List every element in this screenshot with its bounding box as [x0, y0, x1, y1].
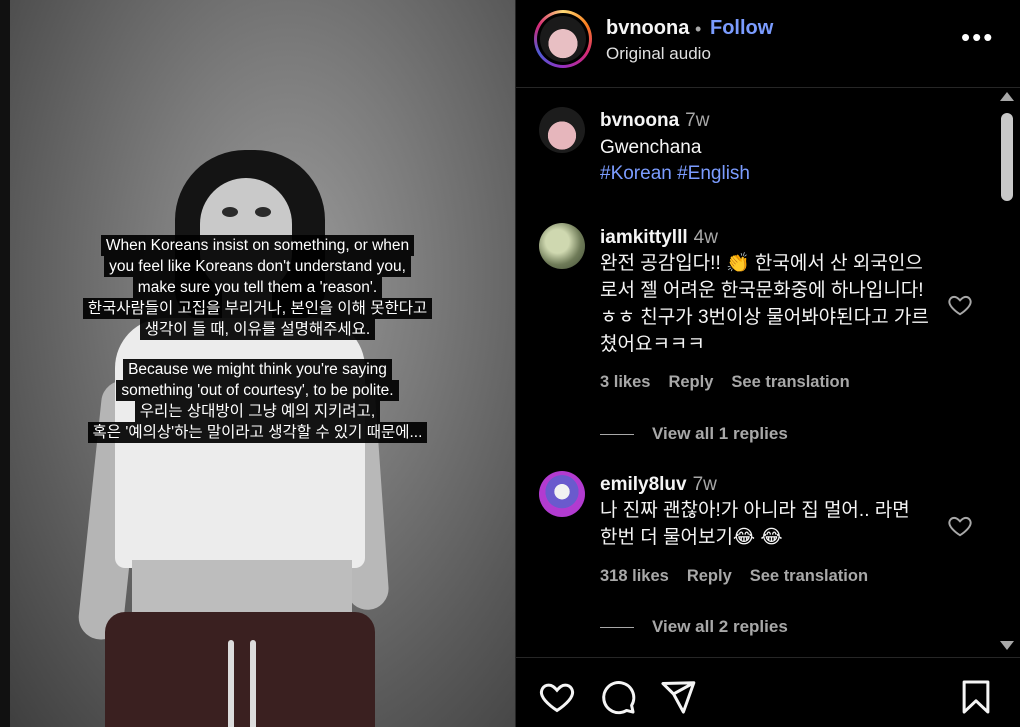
avatar [540, 16, 586, 62]
caption-line: When Koreans insist on something, or whe… [100, 235, 415, 256]
comment-time: 7w [685, 110, 710, 131]
caption-line: make sure you tell them a 'reason'. [132, 277, 383, 298]
hashtags-link[interactable]: #Korean #English [600, 163, 750, 185]
comment-icon[interactable] [599, 678, 637, 716]
caption-line: you feel like Koreans don't understand y… [104, 256, 411, 277]
author-username[interactable]: bvnoona [606, 17, 689, 40]
comment-text: 완전 공감입다!! 👏 한국에서 산 외국인으로서 젤 어려운 한국문화중에 하… [600, 253, 929, 355]
photo-drawstring [250, 640, 256, 727]
comment-text: 나 진짜 괜찮아!가 아니라 집 멀어.. 라면 한번 더 물어보기😂 😂 [600, 500, 910, 548]
comment-username[interactable]: emily8luv 7w [600, 474, 717, 496]
scroll-up-arrow-icon[interactable] [1000, 92, 1014, 101]
photo-eye [222, 207, 238, 217]
comment-username[interactable]: iamkittylll 4w [600, 227, 718, 249]
heart-icon[interactable] [538, 678, 576, 716]
separator-dot: • [695, 19, 702, 39]
likes-count[interactable]: 318 likes [600, 567, 669, 585]
comment-meta: 3 likes Reply See translation [600, 373, 868, 392]
post-media[interactable]: When Koreans insist on something, or whe… [0, 0, 515, 727]
story-avatar[interactable] [534, 10, 592, 68]
audio-link[interactable]: Original audio [606, 44, 711, 64]
caption-line: 우리는 상대방이 그냥 예의 지키려고, [134, 401, 381, 422]
comments-list[interactable]: bvnoona 7w Gwenchana #Korean #English iam… [516, 89, 1020, 657]
caption-line: 생각이 들 때, 이유를 설명해주세요. [139, 319, 376, 340]
reply-button[interactable]: Reply [687, 567, 732, 585]
see-translation-button[interactable]: See translation [750, 567, 868, 585]
more-options-icon[interactable]: ••• [961, 22, 994, 53]
heart-icon[interactable] [947, 513, 973, 539]
see-translation-button[interactable]: See translation [731, 373, 849, 391]
likes-count[interactable]: 3 likes [600, 373, 650, 391]
avatar[interactable] [539, 223, 585, 269]
caption-line: 한국사람들이 고집을 부리거나, 본인을 이해 못한다고 [82, 298, 433, 319]
video-caption-2: Because we might think you're saying som… [0, 359, 515, 443]
reply-button[interactable]: Reply [668, 373, 713, 391]
view-replies-button[interactable]: View all 1 replies [600, 424, 788, 444]
photo-pants [105, 612, 375, 727]
video-caption-1: When Koreans insist on something, or whe… [0, 235, 515, 340]
follow-button[interactable]: Follow [710, 17, 773, 40]
caption-line: 혹은 '예의상'하는 말이라고 생각할 수 있기 때문에... [87, 422, 428, 443]
comment-username[interactable]: bvnoona 7w [600, 110, 709, 132]
action-bar [516, 657, 1020, 727]
avatar[interactable] [539, 107, 585, 153]
caption-line: Because we might think you're saying [123, 359, 392, 380]
bookmark-icon[interactable] [957, 678, 995, 716]
post-header: bvnoona • Follow Original audio ••• [516, 0, 1020, 88]
paper-plane-icon[interactable] [659, 678, 697, 716]
avatar[interactable] [539, 471, 585, 517]
photo-eye [255, 207, 271, 217]
comment-time: 4w [693, 227, 718, 248]
post-side-panel: bvnoona • Follow Original audio ••• bvno… [515, 0, 1020, 727]
scrollbar-thumb[interactable] [1001, 113, 1013, 201]
view-replies-button[interactable]: View all 2 replies [600, 617, 788, 637]
avatar-border [537, 13, 589, 65]
caption-line: something 'out of courtesy', to be polit… [116, 380, 399, 401]
scroll-down-arrow-icon[interactable] [1000, 641, 1014, 650]
photo-shirt [115, 318, 365, 568]
heart-icon[interactable] [947, 292, 973, 318]
comment-time: 7w [692, 474, 717, 495]
comment-meta: 318 likes Reply See translation [600, 567, 886, 586]
photo-drawstring [228, 640, 234, 727]
comment-text: Gwenchana [600, 137, 702, 158]
